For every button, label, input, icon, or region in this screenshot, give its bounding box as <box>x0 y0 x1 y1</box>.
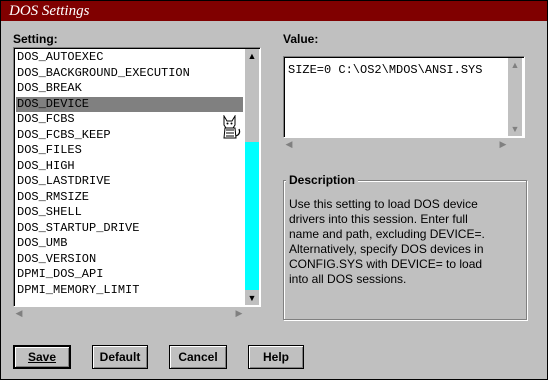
settings-list-item[interactable]: DOS_LASTDRIVE <box>16 174 243 189</box>
settings-list-item[interactable]: DOS_FCBS <box>16 112 243 127</box>
value-scroll-down-arrow-icon[interactable]: ▼ <box>508 122 522 136</box>
default-button-label: Default <box>99 350 141 364</box>
save-button[interactable]: Save <box>13 345 71 369</box>
dos-settings-window: DOS Settings Setting: Value: DOS_AUTOEXE… <box>0 0 548 380</box>
description-title: Description <box>286 173 359 187</box>
settings-list-item[interactable]: DOS_AUTOEXEC <box>16 50 243 65</box>
default-button[interactable]: Default <box>92 345 148 369</box>
settings-list-item[interactable]: DOS_DEVICE <box>16 96 243 112</box>
description-line: Alternatively, specify DOS devices in <box>289 242 484 256</box>
value-text[interactable]: SIZE=0 C:\OS2\MDOS\ANSI.SYS <box>288 63 482 77</box>
value-label: Value: <box>283 32 319 46</box>
value-scroll-right-arrow-icon[interactable]: ▶ <box>497 138 509 150</box>
settings-list-item[interactable]: DOS_SHELL <box>16 205 243 220</box>
scroll-left-arrow-icon[interactable]: ◀ <box>13 307 25 319</box>
settings-vertical-scrollbar[interactable]: ▲ ▼ <box>245 49 259 305</box>
settings-list-item[interactable]: DOS_FCBS_KEEP <box>16 128 243 143</box>
settings-list-item[interactable]: DPMI_MEMORY_LIMIT <box>16 283 243 298</box>
save-button-label: Save <box>27 350 57 364</box>
scroll-down-arrow-icon[interactable]: ▼ <box>245 291 259 305</box>
cat-cursor-icon <box>223 115 241 139</box>
cancel-button-label: Cancel <box>178 350 218 364</box>
description-line: CONFIG.SYS with DEVICE= to load <box>289 257 483 271</box>
settings-listbox[interactable]: DOS_AUTOEXEC DOS_BACKGROUND_EXECUTION DOS_… <box>13 47 261 307</box>
settings-list-item[interactable]: DPMI_DOS_API <box>16 267 243 282</box>
settings-list-item[interactable]: DOS_BACKGROUND_EXECUTION <box>16 66 243 81</box>
description-line: into all DOS sessions. <box>289 272 407 286</box>
value-horizontal-scrollbar[interactable]: ◀ ▶ <box>283 138 509 150</box>
settings-list-item[interactable]: DOS_STARTUP_DRIVE <box>16 221 243 236</box>
settings-list-item[interactable]: DOS_VERSION <box>16 252 243 267</box>
value-scroll-left-arrow-icon[interactable]: ◀ <box>283 138 295 150</box>
settings-list-item[interactable]: DOS_RMSIZE <box>16 190 243 205</box>
value-field[interactable]: SIZE=0 C:\OS2\MDOS\ANSI.SYS ▲ ▼ <box>283 56 525 138</box>
value-vertical-scrollbar[interactable]: ▲ ▼ <box>508 58 522 136</box>
cancel-button[interactable]: Cancel <box>169 345 227 369</box>
description-text: Use this setting to load DOS device driv… <box>289 197 485 287</box>
settings-horizontal-scrollbar[interactable]: ◀ ▶ <box>13 307 245 319</box>
scrollbar-thumb[interactable] <box>245 142 259 290</box>
help-button[interactable]: Help <box>248 345 304 369</box>
settings-list-item[interactable]: DOS_UMB <box>16 236 243 251</box>
scroll-right-arrow-icon[interactable]: ▶ <box>233 307 245 319</box>
settings-list-item[interactable]: DOS_BREAK <box>16 81 243 96</box>
scroll-up-arrow-icon[interactable]: ▲ <box>245 49 259 63</box>
settings-list-item[interactable]: DOS_FILES <box>16 143 243 158</box>
window-title: DOS Settings <box>9 3 90 19</box>
settings-list-item[interactable]: DOS_HIGH <box>16 159 243 174</box>
title-bar[interactable]: DOS Settings <box>1 1 547 21</box>
description-line: drivers into this session. Enter full <box>289 212 468 226</box>
description-line: Use this setting to load DOS device <box>289 197 478 211</box>
help-button-label: Help <box>262 350 289 364</box>
setting-label: Setting: <box>13 32 58 46</box>
description-line: name and path, excluding DEVICE=. <box>289 227 485 241</box>
value-scroll-up-arrow-icon[interactable]: ▲ <box>508 58 522 72</box>
